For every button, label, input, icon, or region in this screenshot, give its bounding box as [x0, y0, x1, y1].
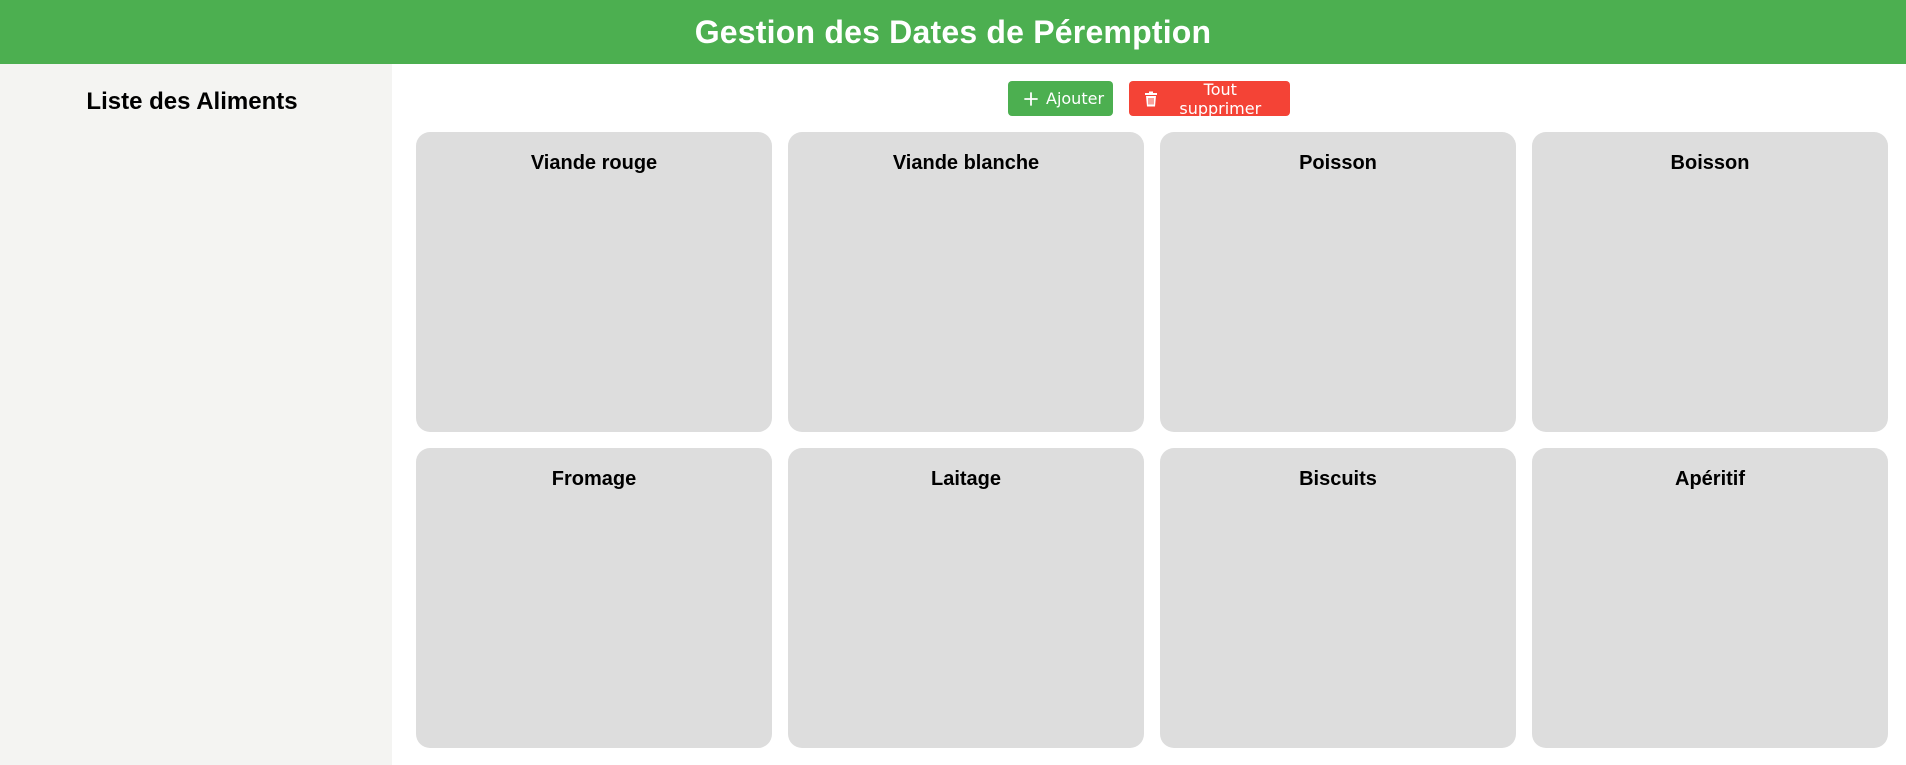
add-button-label: Ajouter [1046, 89, 1105, 108]
category-card-fromage[interactable]: Fromage [416, 448, 772, 748]
category-card-laitage[interactable]: Laitage [788, 448, 1144, 748]
category-card-boisson[interactable]: Boisson [1532, 132, 1888, 432]
category-title: Boisson [1670, 152, 1750, 174]
category-title: Biscuits [1299, 468, 1377, 490]
category-grid: Viande rouge Viande blanche Poisson Bois… [416, 132, 1888, 748]
sidebar: Liste des Aliments [0, 64, 392, 765]
category-title: Poisson [1299, 152, 1377, 174]
app-header: Gestion des Dates de Péremption [0, 0, 1906, 64]
category-title: Viande rouge [530, 152, 658, 174]
trash-icon [1144, 91, 1159, 107]
main-content: Ajouter Tout supprimer Viande rouge Vian… [392, 64, 1906, 765]
delete-all-button-label: Tout supprimer [1179, 79, 1262, 118]
add-button[interactable]: Ajouter [1008, 81, 1113, 116]
plus-icon [1023, 91, 1039, 107]
category-title: Apéritif [1675, 468, 1745, 490]
category-card-viande-rouge[interactable]: Viande rouge [416, 132, 772, 432]
category-title: Fromage [551, 468, 637, 490]
category-card-poisson[interactable]: Poisson [1160, 132, 1516, 432]
category-card-viande-blanche[interactable]: Viande blanche [788, 132, 1144, 432]
category-title: Laitage [930, 468, 1002, 490]
category-title: Viande blanche [892, 152, 1040, 174]
category-card-aperitif[interactable]: Apéritif [1532, 448, 1888, 748]
toolbar: Ajouter Tout supprimer [392, 79, 1906, 118]
sidebar-title: Liste des Aliments [86, 88, 298, 115]
category-card-biscuits[interactable]: Biscuits [1160, 448, 1516, 748]
delete-all-button[interactable]: Tout supprimer [1129, 79, 1290, 118]
page-title: Gestion des Dates de Péremption [694, 13, 1212, 50]
